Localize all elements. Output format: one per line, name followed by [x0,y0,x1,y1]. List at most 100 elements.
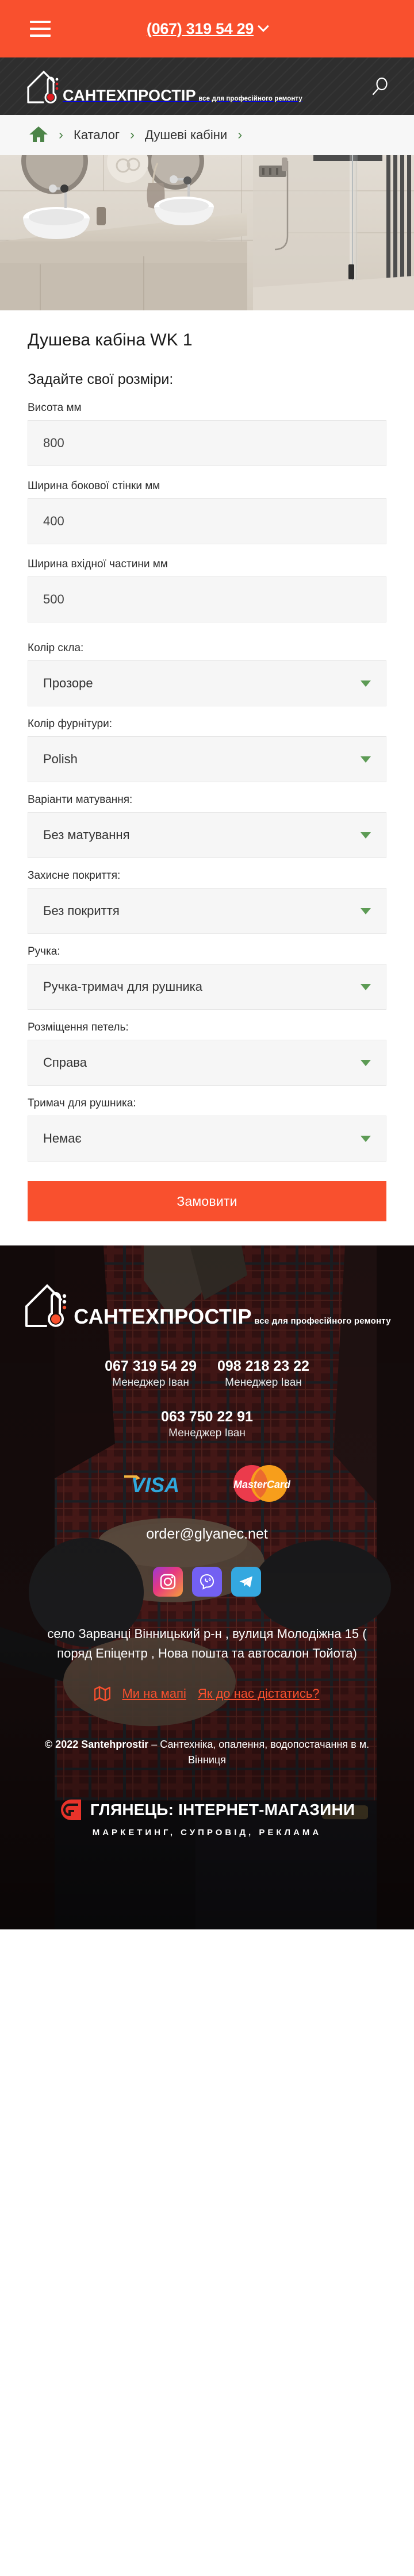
breadcrumb-separator: › [59,127,63,143]
search-icon[interactable] [370,76,390,96]
breadcrumb-item-catalog[interactable]: Каталог [74,128,120,143]
form-heading: Задайте свої розміри: [28,371,174,387]
field-label-towel-holder: Тримач для рушника: [28,1097,136,1109]
field-label-handle: Ручка: [28,945,60,958]
product-hero-image [0,155,414,310]
footer-phone-2[interactable]: 098 218 23 22 [217,1358,309,1375]
field-side-wall-width: Ширина бокової стінки мм [28,480,386,544]
hardware-color-select[interactable]: Polish [28,736,386,782]
field-glass-color: Колір скла: Прозоре [28,642,386,706]
hardware-color-value: Polish [43,752,78,766]
breadcrumb-separator: › [237,127,243,143]
protective-coating-value: Без покриття [43,903,120,918]
chevron-down-icon [361,1136,371,1142]
breadcrumb-separator: › [129,127,135,143]
chevron-down-icon [361,1060,371,1066]
towel-holder-select[interactable]: Немає [28,1116,386,1162]
instagram-icon[interactable] [153,1566,183,1597]
header-phone-link[interactable]: (067) 319 54 29 [146,20,269,38]
visa-logo: VISA [124,1473,179,1497]
field-label-protective-coating: Захисне покриття: [28,870,121,882]
header-phone-number: (067) 319 54 29 [146,20,254,37]
field-hinge-placement: Розміщення петель: Справа [28,1021,386,1086]
footer-logo-title: САНТЕХПРОСТІР [74,1305,252,1328]
house-thermometer-logo-icon [25,1284,67,1327]
footer-phone-3-manager: Менеджер Іван [168,1427,246,1439]
map-link-we-are-on-map[interactable]: Ми на мапі [122,1686,186,1701]
chevron-down-icon [361,908,371,914]
footer-email-row: order@glyanec.net [0,1526,414,1543]
field-label-height: Висота мм [28,402,82,414]
field-towel-holder: Тримач для рушника: Немає [28,1097,386,1162]
house-thermometer-logo-icon [27,70,59,103]
matting-options-select[interactable]: Без матування [28,812,386,858]
svg-text:MasterCard: MasterCard [233,1479,291,1490]
field-label-matting-options: Варіанти матування: [28,794,133,806]
phone-block: 063 750 22 91 Менеджер Іван [0,1409,414,1440]
breadcrumb: › Каталог › Душеві кабіни › [0,115,414,155]
field-matting-options: Варіанти матування: Без матування [28,794,386,858]
chevron-down-icon [361,756,371,763]
field-hardware-color: Колір фурнітури: Polish [28,718,386,782]
home-icon [29,126,48,142]
footer-map-links: Ми на мапі Як до нас дістатись? [0,1686,414,1701]
glass-color-select[interactable]: Прозоре [28,660,386,706]
footer-phones: 067 319 54 29 Менеджер Іван 098 218 23 2… [0,1358,414,1389]
handle-select[interactable]: Ручка-тримач для рушника [28,964,386,1010]
payment-cards: VISA MasterCard [0,1464,414,1503]
chevron-down-icon [361,680,371,687]
product-section: Душева кабіна WK 1 Задайте свої розміри:… [0,310,414,1245]
top-bar: (067) 319 54 29 [0,0,414,57]
developer-credit[interactable]: ГЛЯНЕЦЬ: ІНТЕРНЕТ-МАГАЗИНИ МАРКЕТИНГ, СУ… [0,1798,414,1837]
hamburger-menu-icon[interactable] [30,21,51,37]
glass-color-value: Прозоре [43,676,93,690]
phone-block: 098 218 23 22 Менеджер Іван [217,1358,309,1389]
footer-logo-subtitle: все для професійного ремонту [254,1316,391,1326]
page-title: Душева кабіна WK 1 [28,330,193,349]
burger-line [30,21,51,23]
field-height: Висота мм [28,402,386,466]
logo-title: САНТЕХПРОСТІР [63,87,196,104]
developer-subtitle: МАРКЕТИНГ, СУПРОВІД, РЕКЛАМА [92,1827,322,1837]
field-handle: Ручка: Ручка-тримач для рушника [28,945,386,1010]
hinge-placement-select[interactable]: Справа [28,1040,386,1086]
field-label-hinge-placement: Розміщення петель: [28,1021,129,1033]
side-wall-width-input[interactable] [28,498,386,544]
glyanec-g-logo-icon [60,1799,81,1820]
copyright-bold: © 2022 Santehprostir [44,1738,149,1750]
burger-line [30,28,51,30]
height-input[interactable] [28,420,386,466]
protective-coating-select[interactable]: Без покриття [28,888,386,934]
map-link-how-to-reach-us[interactable]: Як до нас дістатись? [198,1686,320,1701]
matting-options-value: Без матування [43,828,130,842]
field-label-side-wall-width: Ширина бокової стінки мм [28,480,160,492]
copyright-rest: – Сантехніка, опалення, водопостачання в… [148,1738,370,1766]
footer-phone-1[interactable]: 067 319 54 29 [105,1358,197,1375]
towel-holder-value: Немає [43,1131,82,1145]
footer-phone-1-manager: Менеджер Іван [112,1376,189,1389]
entrance-width-input[interactable] [28,576,386,622]
map-icon [94,1686,111,1701]
order-button[interactable]: Замовити [28,1181,386,1221]
breadcrumb-item-shower-cabins[interactable]: Душеві кабіни [145,128,227,143]
handle-value: Ручка-тримач для рушника [43,979,202,994]
field-protective-coating: Захисне покриття: Без покриття [28,870,386,934]
breadcrumb-home-link[interactable] [29,125,48,145]
hinge-placement-value: Справа [43,1055,87,1070]
chevron-down-icon[interactable] [258,20,269,32]
footer-phone-2-manager: Менеджер Іван [225,1376,302,1389]
footer-socials [0,1566,414,1597]
viber-icon[interactable] [192,1566,222,1597]
bathroom-photo [0,155,414,310]
footer-phone-3[interactable]: 063 750 22 91 [0,1409,414,1425]
phone-block: 067 319 54 29 Менеджер Іван [105,1358,197,1389]
field-label-entrance-width: Ширина вхідної частини мм [28,558,168,570]
footer-spacer [0,1837,414,1929]
footer-email-link[interactable]: order@glyanec.net [146,1526,268,1542]
field-label-glass-color: Колір скла: [28,642,84,654]
telegram-icon[interactable] [231,1566,261,1597]
copyright: © 2022 Santehprostir – Сантехніка, опале… [0,1701,414,1768]
site-logo[interactable]: САНТЕХПРОСТІР все для професійного ремон… [26,67,302,106]
site-footer: САНТЕХПРОСТІР все для професійного ремон… [0,1245,414,1929]
footer-logo[interactable]: САНТЕХПРОСТІР все для професійного ремон… [0,1279,414,1331]
